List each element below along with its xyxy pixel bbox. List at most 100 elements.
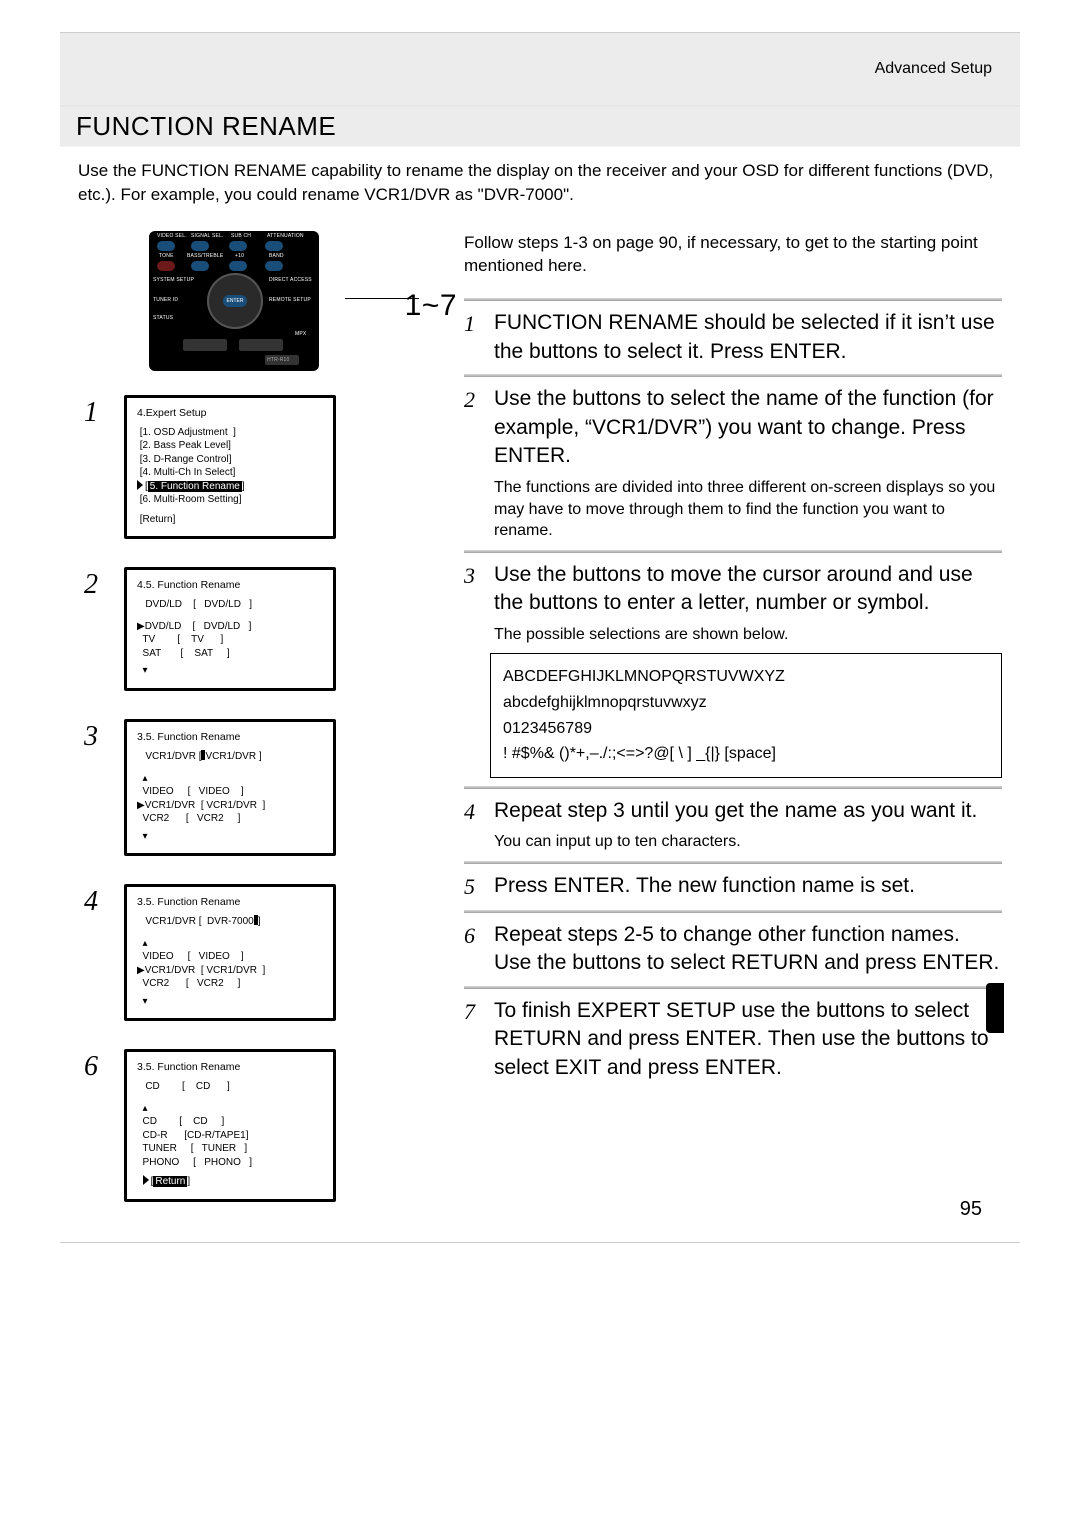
screen-step-number: 2 <box>84 569 106 601</box>
section-title-band: FUNCTION RENAME <box>60 106 1020 147</box>
step-note: The functions are divided into three dif… <box>494 477 1002 542</box>
osd-title: 4.5. Function Rename <box>137 578 323 592</box>
remote-button <box>265 261 283 271</box>
remote-label: ATTENUATION <box>267 233 304 239</box>
osd-line: [1. OSD Adjustment ] <box>137 426 323 440</box>
step-number: 6 <box>464 921 482 978</box>
separator <box>464 986 1002 989</box>
osd-line: VCR2 [ VCR2 ] <box>137 812 323 826</box>
separator <box>464 550 1002 553</box>
remote-graphic: VIDEO SEL. SIGNAL SEL. SUB CH ATTENUATIO… <box>149 231 319 371</box>
screen-row: 4 3.5. Function Rename VCR1/DVR [ DVR-70… <box>84 884 438 1021</box>
screen-row: 2 4.5. Function Rename DVD/LD [ DVD/LD ]… <box>84 567 438 691</box>
osd-scroll-down: ▾ <box>137 664 323 678</box>
osd-return-line: [Return] <box>137 1175 323 1189</box>
header-band: Advanced Setup <box>60 33 1020 106</box>
step-body: To finish EXPERT SETUP use the buttons t… <box>494 997 1002 1083</box>
remote-nav-circle: ENTER <box>207 273 263 329</box>
step: 1 FUNCTION RENAME should be selected if … <box>464 309 1002 366</box>
osd-title: 3.5. Function Rename <box>137 895 323 909</box>
remote-button <box>229 241 247 251</box>
pointer-icon <box>137 480 143 490</box>
page-number: 95 <box>960 1198 982 1221</box>
remote-button <box>229 261 247 271</box>
osd-line: [2. Bass Peak Level] <box>137 439 323 453</box>
page: Advanced Setup FUNCTION RENAME Use the F… <box>0 0 1080 1526</box>
thumb-index-tab <box>986 983 1004 1033</box>
remote-label: SIGNAL SEL. <box>191 233 224 239</box>
remote-button <box>157 261 175 271</box>
separator <box>464 298 1002 301</box>
page-frame: Advanced Setup FUNCTION RENAME Use the F… <box>60 32 1020 1243</box>
osd-line: ▶DVD/LD [ DVD/LD ] <box>137 620 323 634</box>
charbox-line: ! #$%& ()*+,–./:;<=>?@[ \ ] _{|} [space] <box>503 741 989 767</box>
screen-step-number: 1 <box>84 397 106 429</box>
osd-line: CD-R [CD-R/TAPE1] <box>137 1129 323 1143</box>
charbox-line: 0123456789 <box>503 716 989 742</box>
remote-label: REMOTE SETUP <box>269 297 311 303</box>
step: 6 Repeat steps 2-5 to change other funct… <box>464 921 1002 978</box>
lead-text: Follow steps 1-3 on page 90, if necessar… <box>464 231 1002 279</box>
separator <box>464 374 1002 377</box>
remote-button <box>265 241 283 251</box>
remote-label: +10 <box>235 253 244 259</box>
step-number: 5 <box>464 872 482 902</box>
step-text: Repeat step 3 until you get the name as … <box>494 799 977 822</box>
osd-edit-label: VCR1/DVR <box>145 751 196 762</box>
remote-label: DIRECT ACCESS <box>269 277 312 283</box>
step-note: The possible selections are shown below. <box>494 624 1002 646</box>
remote-label: HTR-R10 <box>267 357 290 363</box>
osd-title: 3.5. Function Rename <box>137 730 323 744</box>
osd-line: VIDEO [ VIDEO ] <box>137 950 323 964</box>
osd-line: [3. D-Range Control] <box>137 453 323 467</box>
screen-row: 1 4.Expert Setup [1. OSD Adjustment ] [2… <box>84 395 438 540</box>
osd-scroll-down: ▾ <box>137 830 323 844</box>
osd-line: DVD/LD [ DVD/LD ] <box>137 598 323 612</box>
step-body: Repeat step 3 until you get the name as … <box>494 797 1002 853</box>
remote-label: TONE <box>159 253 174 259</box>
osd-edit-label: VCR1/DVR <box>145 916 196 927</box>
osd-line: ▶VCR1/DVR [ VCR1/DVR ] <box>137 964 323 978</box>
osd-highlight: Return <box>153 1176 187 1187</box>
osd-screen: 3.5. Function Rename CD [ CD ] ▴ CD [ CD… <box>124 1049 336 1202</box>
remote-button <box>239 339 283 351</box>
osd-screen: 4.5. Function Rename DVD/LD [ DVD/LD ] ▶… <box>124 567 336 691</box>
osd-line-selected: [5. Function Rename] <box>137 480 323 494</box>
osd-line: ▶VCR1/DVR [ VCR1/DVR ] <box>137 799 323 813</box>
osd-line: [Return] <box>137 513 323 527</box>
remote-callout: 1~7 <box>405 289 457 323</box>
step-body: FUNCTION RENAME should be selected if it… <box>494 309 1002 366</box>
osd-scroll-up: ▴ <box>137 772 323 786</box>
screen-step-number: 6 <box>84 1051 106 1083</box>
remote-button <box>157 241 175 251</box>
step-text: Use the buttons to select the name of th… <box>494 387 994 467</box>
text-cursor-icon <box>254 915 258 925</box>
remote-label: SUB CH <box>231 233 251 239</box>
osd-screens-column: 1 4.Expert Setup [1. OSD Adjustment ] [2… <box>78 395 438 1202</box>
separator <box>464 786 1002 789</box>
step-text: Use the buttons to move the cursor aroun… <box>494 563 973 615</box>
remote-label: VIDEO SEL. <box>157 233 187 239</box>
remote-illustration: 1~7 VIDEO SEL. SIGNAL SEL. SUB CH ATTENU… <box>143 231 373 371</box>
step: 7 To finish EXPERT SETUP use the buttons… <box>464 997 1002 1083</box>
osd-edit-line: VCR1/DVR [ DVR-7000] <box>137 915 323 929</box>
step-number: 2 <box>464 385 482 541</box>
screen-row: 6 3.5. Function Rename CD [ CD ] ▴ CD [ … <box>84 1049 438 1202</box>
screen-row: 3 3.5. Function Rename VCR1/DVR [VCR1/DV… <box>84 719 438 856</box>
osd-screen: 3.5. Function Rename VCR1/DVR [VCR1/DVR … <box>124 719 336 856</box>
left-column: 1~7 VIDEO SEL. SIGNAL SEL. SUB CH ATTENU… <box>78 231 438 1202</box>
remote-label: STATUS <box>153 315 173 321</box>
osd-line: CD [ CD ] <box>137 1115 323 1129</box>
osd-title: 3.5. Function Rename <box>137 1060 323 1074</box>
osd-screen: 3.5. Function Rename VCR1/DVR [ DVR-7000… <box>124 884 336 1021</box>
osd-line: CD [ CD ] <box>137 1080 323 1094</box>
separator <box>464 861 1002 864</box>
screen-step-number: 3 <box>84 721 106 753</box>
osd-line: [6. Multi-Room Setting] <box>137 493 323 507</box>
screen-step-number: 4 <box>84 886 106 918</box>
remote-label: MPX <box>295 331 306 337</box>
pointer-icon <box>143 1175 149 1185</box>
step-body: Press ENTER. The new function name is se… <box>494 872 1002 902</box>
step-body: Use the buttons to move the cursor aroun… <box>494 561 1002 646</box>
step: 2 Use the buttons to select the name of … <box>464 385 1002 541</box>
